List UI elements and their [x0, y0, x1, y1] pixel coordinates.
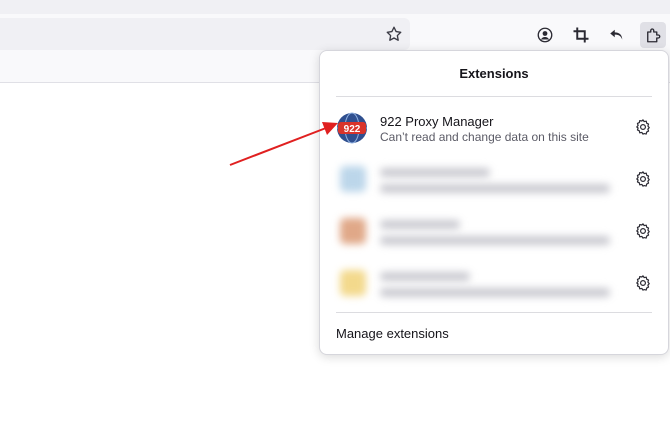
extensions-panel: Extensions 922 922 Proxy Manager Can’t r…: [319, 50, 669, 355]
tab-strip: [0, 0, 670, 14]
globe-icon: 922: [336, 112, 368, 144]
extension-description: Can’t read and change data on this site: [380, 130, 589, 144]
gear-icon[interactable]: [632, 168, 654, 190]
extension-icon-text: 922: [344, 124, 361, 135]
extension-name: 922 Proxy Manager: [380, 114, 494, 129]
extension-item-redacted[interactable]: [320, 208, 668, 254]
gear-icon[interactable]: [632, 116, 654, 138]
account-icon[interactable]: [532, 22, 558, 48]
manage-extensions-link[interactable]: Manage extensions: [336, 326, 449, 341]
redacted-name: [380, 272, 470, 281]
extension-icon: [340, 166, 366, 192]
address-bar[interactable]: [0, 18, 410, 50]
extension-icon: [340, 270, 366, 296]
star-icon[interactable]: [383, 24, 405, 44]
gear-icon[interactable]: [632, 220, 654, 242]
extension-item-922-proxy-manager[interactable]: 922 922 Proxy Manager Can’t read and cha…: [320, 104, 668, 150]
redacted-description: [380, 288, 610, 297]
divider: [336, 96, 652, 97]
redacted-description: [380, 236, 610, 245]
panel-title: Extensions: [459, 66, 529, 81]
redacted-name: [380, 168, 490, 177]
extension-item-redacted[interactable]: [320, 156, 668, 202]
redacted-description: [380, 184, 610, 193]
extensions-icon[interactable]: [640, 22, 666, 48]
redacted-name: [380, 220, 460, 229]
undo-icon[interactable]: [604, 22, 630, 48]
gear-icon[interactable]: [632, 272, 654, 294]
divider: [336, 312, 652, 313]
crop-icon[interactable]: [568, 22, 594, 48]
extension-icon: [340, 218, 366, 244]
extension-item-redacted[interactable]: [320, 260, 668, 306]
